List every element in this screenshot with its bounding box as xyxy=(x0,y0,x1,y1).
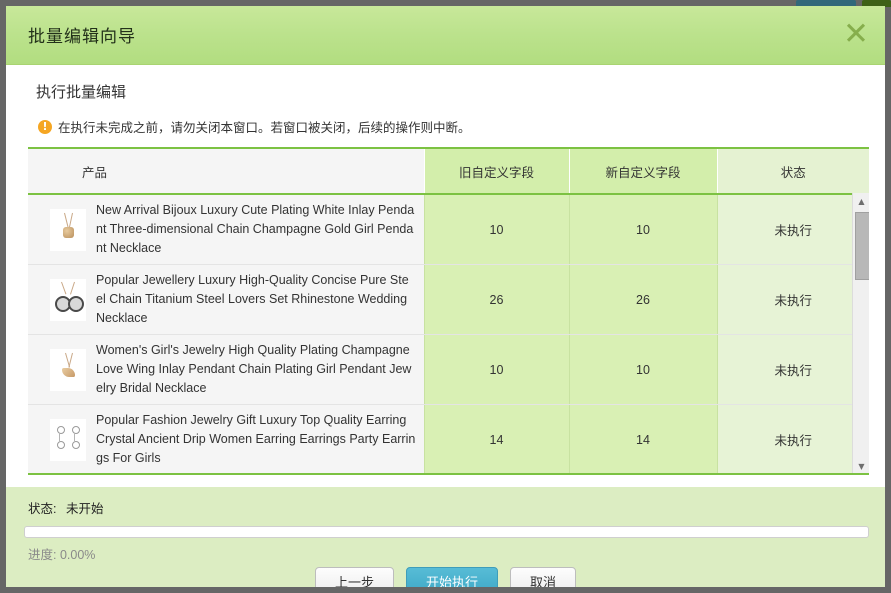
cell-new-field: 10 xyxy=(568,194,718,265)
status-value: 未开始 xyxy=(65,502,104,516)
dialog-titlebar: 批量编辑向导 ✕ xyxy=(6,6,885,65)
cell-status: 未执行 xyxy=(717,264,869,335)
product-thumbnail-icon xyxy=(50,278,86,321)
status-label: 状态: xyxy=(28,502,57,516)
product-thumbnail-icon xyxy=(50,348,86,391)
table-vertical-scrollbar[interactable]: ▲ ▼ xyxy=(852,193,869,473)
table-header-row: 产品 旧自定义字段 新自定义字段 状态 xyxy=(28,149,869,195)
column-header-old-field: 旧自定义字段 xyxy=(423,149,570,195)
dialog-body: 执行批量编辑 ! 在执行未完成之前，请勿关闭本窗口。若窗口被关闭，后续的操作则中… xyxy=(6,65,885,487)
cell-status: 未执行 xyxy=(717,404,869,473)
cell-new-field: 26 xyxy=(569,475,717,476)
table-row[interactable]: Popular Jewellery Luxury High-Quality Co… xyxy=(28,264,869,335)
scrollbar-thumb[interactable] xyxy=(855,212,869,280)
progress-label: 进度: xyxy=(28,548,57,562)
product-title: Popular Jewellery Luxury High-Quality Co… xyxy=(96,273,409,325)
cell-status: 未执行 xyxy=(717,334,869,405)
warning-banner: ! 在执行未完成之前，请勿关闭本窗口。若窗口被关闭，后续的操作则中断。 xyxy=(38,117,471,136)
product-thumbnail-icon xyxy=(50,208,86,251)
cell-old-field: 26 xyxy=(423,264,570,335)
cell-product: New Arrival Bijoux Luxury Cute Plating W… xyxy=(28,194,424,265)
cell-status: 未执行 xyxy=(717,475,869,476)
batch-edit-table: 产品 旧自定义字段 新自定义字段 状态 New Arrival Bijoux L… xyxy=(28,149,869,476)
section-title: 执行批量编辑 xyxy=(36,84,127,101)
cell-old-field: 10 xyxy=(423,194,570,265)
cell-new-field: 10 xyxy=(568,334,718,405)
table-body: New Arrival Bijoux Luxury Cute Plating W… xyxy=(28,194,869,476)
cell-old-field: 10 xyxy=(423,334,570,405)
batch-edit-table-wrapper: 产品 旧自定义字段 新自定义字段 状态 New Arrival Bijoux L… xyxy=(28,147,869,475)
table-row[interactable]: New Fashion Jewelry Sumptuous Popular Ea… xyxy=(28,475,869,476)
cell-status: 未执行 xyxy=(717,194,869,265)
table-row[interactable]: Popular Fashion Jewelry Gift Luxury Top … xyxy=(28,404,869,473)
progress-bar xyxy=(24,526,869,538)
scroll-down-arrow-icon[interactable]: ▼ xyxy=(853,458,869,473)
warning-icon: ! xyxy=(38,119,52,134)
table-row[interactable]: New Arrival Bijoux Luxury Cute Plating W… xyxy=(28,194,869,265)
scroll-up-arrow-icon[interactable]: ▲ xyxy=(853,193,869,210)
progress-line: 进度: 0.00% xyxy=(28,544,95,563)
product-thumbnail-icon xyxy=(50,418,86,461)
dialog-button-row: 上一步 开始执行 取消 xyxy=(6,567,885,587)
dialog-footer: 状态: 未开始 进度: 0.00% 上一步 开始执行 取消 xyxy=(6,487,885,587)
start-execution-button[interactable]: 开始执行 xyxy=(405,567,498,587)
warning-text: 在执行未完成之前，请勿关闭本窗口。若窗口被关闭，后续的操作则中断。 xyxy=(58,121,471,135)
close-icon[interactable]: ✕ xyxy=(841,19,871,50)
cell-product: Women's Girl's Jewelry High Quality Plat… xyxy=(28,334,424,405)
product-title: New Arrival Bijoux Luxury Cute Plating W… xyxy=(96,203,415,255)
cell-old-field: 14 xyxy=(423,404,570,473)
cell-new-field: 14 xyxy=(568,404,718,473)
column-header-status: 状态 xyxy=(717,149,869,195)
product-title: Popular Fashion Jewelry Gift Luxury Top … xyxy=(96,413,416,465)
cell-product: Popular Fashion Jewelry Gift Luxury Top … xyxy=(28,404,424,473)
table-row[interactable]: Women's Girl's Jewelry High Quality Plat… xyxy=(28,334,869,405)
previous-step-button[interactable]: 上一步 xyxy=(314,567,394,587)
dialog-title: 批量编辑向导 xyxy=(28,27,136,46)
cell-old-field: 26 xyxy=(424,475,569,476)
batch-edit-wizard-dialog: 批量编辑向导 ✕ 执行批量编辑 ! 在执行未完成之前，请勿关闭本窗口。若窗口被关… xyxy=(6,6,885,587)
cell-product: New Fashion Jewelry Sumptuous Popular Ea… xyxy=(28,475,424,476)
column-header-product: 产品 xyxy=(28,149,424,195)
cancel-button[interactable]: 取消 xyxy=(510,567,577,587)
cell-new-field: 26 xyxy=(568,264,718,335)
progress-value: 0.00% xyxy=(59,548,96,562)
product-title: Women's Girl's Jewelry High Quality Plat… xyxy=(96,343,412,395)
status-line: 状态: 未开始 xyxy=(28,498,103,517)
cell-product: Popular Jewellery Luxury High-Quality Co… xyxy=(28,264,424,335)
column-header-new-field: 新自定义字段 xyxy=(568,149,718,195)
